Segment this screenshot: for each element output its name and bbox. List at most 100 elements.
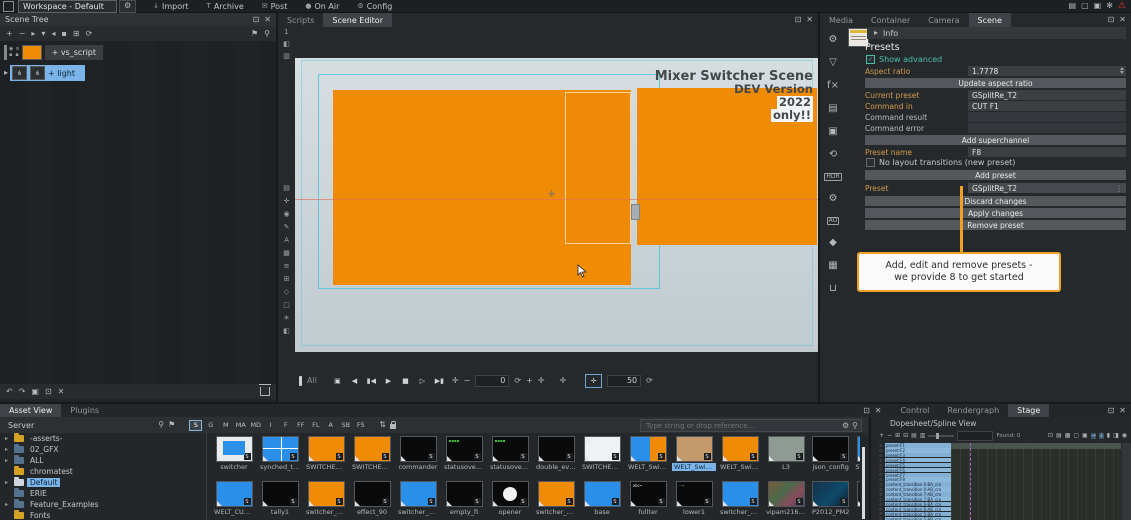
inspector-section-icon[interactable]: ▽ (829, 58, 837, 68)
asset-thumbnail[interactable]: S (722, 436, 759, 462)
window-icon[interactable]: ▤ (1069, 2, 1077, 10)
stage-view-icon[interactable]: ▦ (1065, 433, 1071, 439)
asset-filter-button[interactable]: SB (339, 420, 352, 431)
discard-changes-button[interactable]: Discard changes (865, 196, 1126, 206)
editor-tool-icon[interactable]: □ (283, 302, 290, 309)
workspace-selector[interactable]: Workspace - Default (18, 0, 117, 13)
editor-tool-icon[interactable]: ≡ (284, 263, 290, 270)
asset-item[interactable]: S L3 (764, 436, 808, 475)
tab-plugins[interactable]: Plugins (61, 404, 108, 417)
asset-item[interactable]: S double_event (534, 436, 578, 475)
inspector-section-icon[interactable]: HDR (824, 173, 841, 181)
asset-thumbnail[interactable]: S (216, 481, 253, 507)
window-icon[interactable]: ✻ (1106, 2, 1113, 10)
expand-icon[interactable]: ⊡ (863, 407, 870, 415)
asset-filter-button[interactable]: M (219, 420, 232, 431)
editor-tool-icon[interactable]: ✛ (284, 198, 290, 205)
command-in-field[interactable]: CUT F1 (968, 101, 1126, 111)
asset-thumbnail[interactable]: S (538, 481, 575, 507)
asset-item[interactable]: S P2012_PM2 (810, 481, 851, 520)
tab-scripts[interactable]: Scripts (278, 13, 323, 27)
view-icon[interactable]: ▥ (283, 53, 290, 60)
inspector-section-icon[interactable]: ◆ (829, 238, 837, 248)
close-icon[interactable]: ✕ (806, 16, 813, 24)
asset-item[interactable]: S switcher_MP... (718, 481, 762, 520)
asset-thumbnail[interactable]: S (262, 436, 299, 462)
selected-container[interactable]: ⋔ ⋔ + light (10, 65, 85, 81)
history-icon[interactable]: ↷ (19, 388, 26, 396)
asset-item[interactable]: S json_config (810, 436, 851, 475)
asset-item[interactable]: S WELT_Switch... (672, 436, 716, 475)
inspector-tab[interactable]: Camera (919, 13, 968, 27)
playback-button[interactable]: ▶▮ (432, 375, 447, 387)
folder-expander-icon[interactable]: ▸ (5, 446, 11, 453)
editor-tool-icon[interactable]: A (284, 237, 289, 244)
render-canvas[interactable]: Mixer Switcher Scene DEV Version 2022 on… (295, 58, 818, 352)
asset-filter-button[interactable]: FF (294, 420, 307, 431)
inspector-section-icon[interactable]: ⟲ (829, 150, 837, 160)
toolbar-icon[interactable]: ⟳ (86, 30, 93, 38)
asset-thumbnail[interactable]: S (676, 436, 713, 462)
asset-item[interactable]: ▬ S heimaap (853, 481, 860, 520)
gear-icon[interactable]: ⚙ (842, 422, 849, 430)
asset-filter-button[interactable]: I (264, 420, 277, 431)
playback-button[interactable]: ▣ (330, 375, 345, 387)
folder-row[interactable]: Fonts (0, 510, 206, 520)
toolbar-icon[interactable]: ⊞ (73, 30, 80, 38)
asset-thumbnail[interactable]: ⟶ S (676, 481, 713, 507)
asset-item[interactable]: S base (580, 481, 624, 520)
stage-tool-icon[interactable]: ▥ (920, 433, 926, 439)
window-icon[interactable]: ▢ (1081, 2, 1089, 10)
container-label[interactable]: + vs_script (45, 45, 103, 60)
editor-tool-icon[interactable]: ◇ (284, 289, 289, 296)
asset-thumbnail[interactable]: S (308, 436, 345, 462)
loop-icon[interactable]: ⟳ (646, 377, 653, 385)
drag-handle[interactable] (631, 204, 640, 220)
asset-thumbnail[interactable]: S (812, 481, 849, 507)
playback-button[interactable]: ▷ (415, 375, 430, 387)
asset-thumbnail[interactable]: S (538, 436, 575, 462)
inspector-section-icon[interactable]: ▦ (828, 261, 837, 271)
inspector-section-icon[interactable]: ▣ (828, 127, 837, 137)
frame-field[interactable]: 0 (475, 375, 509, 387)
preset-name-field[interactable]: F8 (968, 147, 1126, 157)
tab-rendergraph[interactable]: Rendergraph (938, 404, 1008, 417)
anchor-icon[interactable]: ✛ (538, 377, 545, 385)
no-layout-transitions-row[interactable]: No layout transitions (new preset) (866, 158, 1015, 167)
toolbar-icon[interactable]: + (6, 30, 13, 38)
playback-button[interactable]: ▶ (381, 375, 396, 387)
asset-item[interactable]: S WELT_Switch... (718, 436, 762, 475)
editor-tool-icon[interactable]: ▦ (283, 250, 290, 257)
close-icon[interactable]: ✕ (1119, 407, 1126, 415)
stage-track-row[interactable]: ⚙ content_transition 5-AB_cro (879, 516, 951, 520)
asset-item[interactable]: S SWITCHER_N... (350, 436, 394, 475)
sort-icon[interactable]: ⇅ (379, 421, 386, 429)
asset-filter-button[interactable]: FS (354, 420, 367, 431)
aspect-ratio-field[interactable]: 1.7778 (968, 66, 1126, 76)
window-icon[interactable]: ▣ (1094, 2, 1102, 10)
editor-tool-icon[interactable]: ◉ (283, 211, 289, 218)
asset-item[interactable]: ▪▪▪▪ S statusoverlay (488, 436, 532, 475)
lock-icon[interactable] (390, 424, 396, 429)
stage-view-icon[interactable]: ↓ (1099, 433, 1104, 439)
anchor-icon[interactable]: ✛ (559, 377, 566, 385)
plus-icon[interactable]: + (526, 377, 533, 385)
asset-item[interactable]: S synched_tog... (258, 436, 302, 475)
checkbox-unchecked-icon[interactable] (866, 158, 875, 167)
inspector-section-icon[interactable]: AO (827, 217, 840, 225)
folder-row[interactable]: ▸ Feature_Examples (0, 499, 206, 510)
editor-tool-icon[interactable]: ✎ (284, 224, 290, 231)
filter-search-icon[interactable]: ⚲ (158, 421, 164, 429)
dots-icon[interactable]: ⋮ (1116, 184, 1124, 193)
apply-changes-button[interactable]: Apply changes (865, 208, 1126, 218)
command-error-field[interactable] (968, 123, 1126, 133)
playback-button[interactable]: ◀ (347, 375, 362, 387)
asset-thumbnail[interactable]: S (400, 481, 437, 507)
asset-thumbnail[interactable]: S (308, 481, 345, 507)
workspace-settings-button[interactable]: ⚙ (119, 0, 136, 13)
asset-thumbnail[interactable]: S (492, 481, 529, 507)
asset-filter-button[interactable]: G (204, 420, 217, 431)
asset-thumbnail[interactable]: S (446, 481, 483, 507)
folder-expander-icon[interactable]: ▸ (5, 435, 11, 442)
folder-expander-icon[interactable]: ▸ (5, 501, 11, 508)
